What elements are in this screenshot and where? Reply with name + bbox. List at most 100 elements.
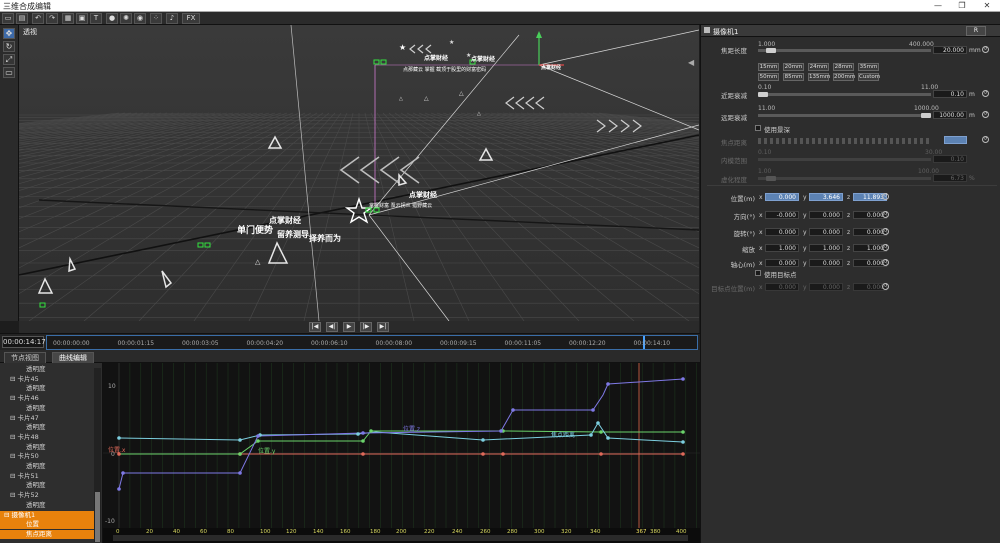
blur-amount-field[interactable]: 6.73 [933, 174, 967, 182]
blur-amount-slider[interactable] [758, 176, 931, 181]
use-target-checkbox[interactable] [755, 270, 761, 276]
tree-item[interactable]: 位置 [0, 520, 94, 530]
view-tool-icon[interactable]: ▭ [3, 67, 15, 78]
dof-checkbox[interactable] [755, 125, 761, 131]
tree-expander-icon[interactable]: ⊟ [10, 472, 18, 480]
tree-item[interactable]: ⊟ 卡片50 [0, 452, 94, 461]
light-icon[interactable]: ✺ [120, 13, 132, 24]
position-x-field[interactable]: 0.000 [765, 193, 799, 201]
scale-x-field[interactable]: 1.000 [765, 244, 799, 252]
tree-item[interactable]: ⊟ 卡片52 [0, 491, 94, 500]
tree-item[interactable]: 透明度 [0, 462, 94, 471]
tree-item[interactable]: 透明度 [0, 481, 94, 490]
grid-icon[interactable]: ▣ [76, 13, 88, 24]
fx-button[interactable]: FX [182, 13, 200, 24]
lens-preset-button[interactable]: 28mm [833, 63, 854, 71]
keyframe-point[interactable] [361, 452, 365, 456]
tree-expander-icon[interactable]: ⊟ [10, 394, 18, 402]
prev-frame-button[interactable]: ◀| [326, 322, 338, 332]
next-frame-button[interactable]: |▶ [360, 322, 372, 332]
lens-preset-button[interactable]: 135mm [808, 73, 830, 81]
blur-range-slider[interactable] [758, 158, 931, 161]
far-slider-thumb[interactable] [921, 113, 931, 118]
keyframe-point[interactable] [501, 452, 505, 456]
target-pos-y-field[interactable]: 0.000 [809, 283, 843, 291]
lens-preset-button[interactable]: 35mm [858, 63, 879, 71]
tree-expander-icon[interactable]: ⊟ [10, 452, 18, 460]
audio-icon[interactable]: ♪ [166, 13, 178, 24]
keyframe-point[interactable] [121, 471, 125, 475]
tree-expander-icon[interactable]: ⊟ [10, 433, 18, 441]
position-y-field[interactable]: 3.646 [809, 193, 843, 201]
far-reset-icon[interactable]: ↺ [982, 111, 989, 118]
scale-tool-icon[interactable]: ⤢ [3, 54, 15, 65]
focus-reset-icon[interactable]: ↺ [982, 136, 989, 143]
tree-scroll-thumb[interactable] [95, 492, 100, 542]
keyframe-point[interactable] [599, 430, 603, 434]
keyframe-point[interactable] [481, 452, 485, 456]
redo-icon[interactable]: ↷ [46, 13, 58, 24]
tree-expander-icon[interactable]: ⊟ [10, 414, 18, 422]
focal-slider[interactable] [758, 48, 931, 53]
near-reset-icon[interactable]: ↺ [982, 90, 989, 97]
tree-item[interactable]: 透明度 [0, 423, 94, 432]
focal-value-field[interactable]: 20.000 [933, 46, 967, 54]
keyframe-point[interactable] [361, 439, 365, 443]
keyframe-point[interactable] [238, 438, 242, 442]
tab-node-view[interactable]: 节点视图 [4, 352, 46, 363]
lens-preset-button[interactable]: Custom [858, 73, 880, 81]
property-tree[interactable]: 透明度 ⊟ 卡片45 透明度 ⊟ 卡片46 透明度 ⊟ 卡片47 透明度 ⊟ 卡片48 透明度 ⊟… [0, 363, 103, 543]
keyframe-point[interactable] [117, 436, 121, 440]
lens-preset-button[interactable]: 200mm [833, 73, 855, 81]
undo-icon[interactable]: ↶ [32, 13, 44, 24]
tree-item[interactable]: ⊟ 卡片46 [0, 394, 94, 403]
scale-reset-icon[interactable]: ↺ [882, 244, 889, 251]
panel-collapse-icon[interactable]: ◀ [688, 58, 694, 67]
keyframe-point[interactable] [361, 431, 365, 435]
lens-preset-button[interactable]: 15mm [758, 63, 779, 71]
direction-reset-icon[interactable]: ↺ [882, 211, 889, 218]
pivot-y-field[interactable]: 0.000 [809, 259, 843, 267]
text-icon[interactable]: T [90, 13, 102, 24]
keyframe-point[interactable] [256, 434, 260, 438]
focus-distance-slider[interactable] [758, 138, 931, 144]
target-pos-reset-icon[interactable]: ↺ [882, 283, 889, 290]
time-ruler[interactable]: 00:00:00:00 00:00:01:15 00:00:03:05 00:00:0… [46, 335, 698, 350]
near-slider-thumb[interactable] [758, 92, 768, 97]
keyframe-point[interactable] [681, 452, 685, 456]
tree-item[interactable]: ⊟ 卡片48 [0, 433, 94, 442]
tree-item[interactable]: ⊟ 卡片47 [0, 414, 94, 423]
position-reset-icon[interactable]: ↺ [882, 193, 889, 200]
scale-y-field[interactable]: 1.000 [809, 244, 843, 252]
keyframe-point[interactable] [589, 433, 593, 437]
tree-item[interactable]: 透明度 [0, 501, 94, 510]
near-slider[interactable] [758, 92, 931, 97]
sphere-icon[interactable]: ● [106, 13, 118, 24]
keyframe-point[interactable] [596, 421, 600, 425]
curve-graph[interactable]: 10 0 -10 位置.x 位置.y 位置.z 焦点距离 0 20 40 60 80 10… [103, 363, 700, 543]
tree-expander-icon[interactable]: ⊟ [10, 375, 18, 383]
current-time-display[interactable]: 00:00:14:17 [2, 336, 46, 348]
lens-preset-button[interactable]: 50mm [758, 73, 779, 81]
tree-item[interactable]: 透明度 [0, 365, 94, 374]
keyframe-point[interactable] [681, 430, 685, 434]
keyframe-point[interactable] [369, 429, 373, 433]
tree-item[interactable]: ⊟ 摄像机1 [0, 510, 94, 520]
tree-item[interactable]: 焦点距离 [0, 529, 94, 539]
tree-expander-icon[interactable]: ⊟ [10, 491, 18, 499]
tree-expander-icon[interactable]: ⊟ [4, 511, 12, 519]
rotation-y-field[interactable]: 0.000 [809, 228, 843, 236]
pivot-x-field[interactable]: 0.000 [765, 259, 799, 267]
camera-icon[interactable]: ◉ [134, 13, 146, 24]
focus-distance-field[interactable] [944, 136, 967, 144]
target-pos-x-field[interactable]: 0.000 [765, 283, 799, 291]
keyframe-point[interactable] [511, 408, 515, 412]
close-button[interactable]: ✕ [975, 0, 999, 12]
keyframe-point[interactable] [599, 452, 603, 456]
rotate-tool-icon[interactable]: ↻ [3, 41, 15, 52]
rotation-x-field[interactable]: 0.000 [765, 228, 799, 236]
particle-icon[interactable]: ⁘ [150, 13, 162, 24]
keyframe-point[interactable] [591, 408, 595, 412]
keyframe-point[interactable] [256, 439, 260, 443]
rotation-reset-icon[interactable]: ↺ [882, 228, 889, 235]
